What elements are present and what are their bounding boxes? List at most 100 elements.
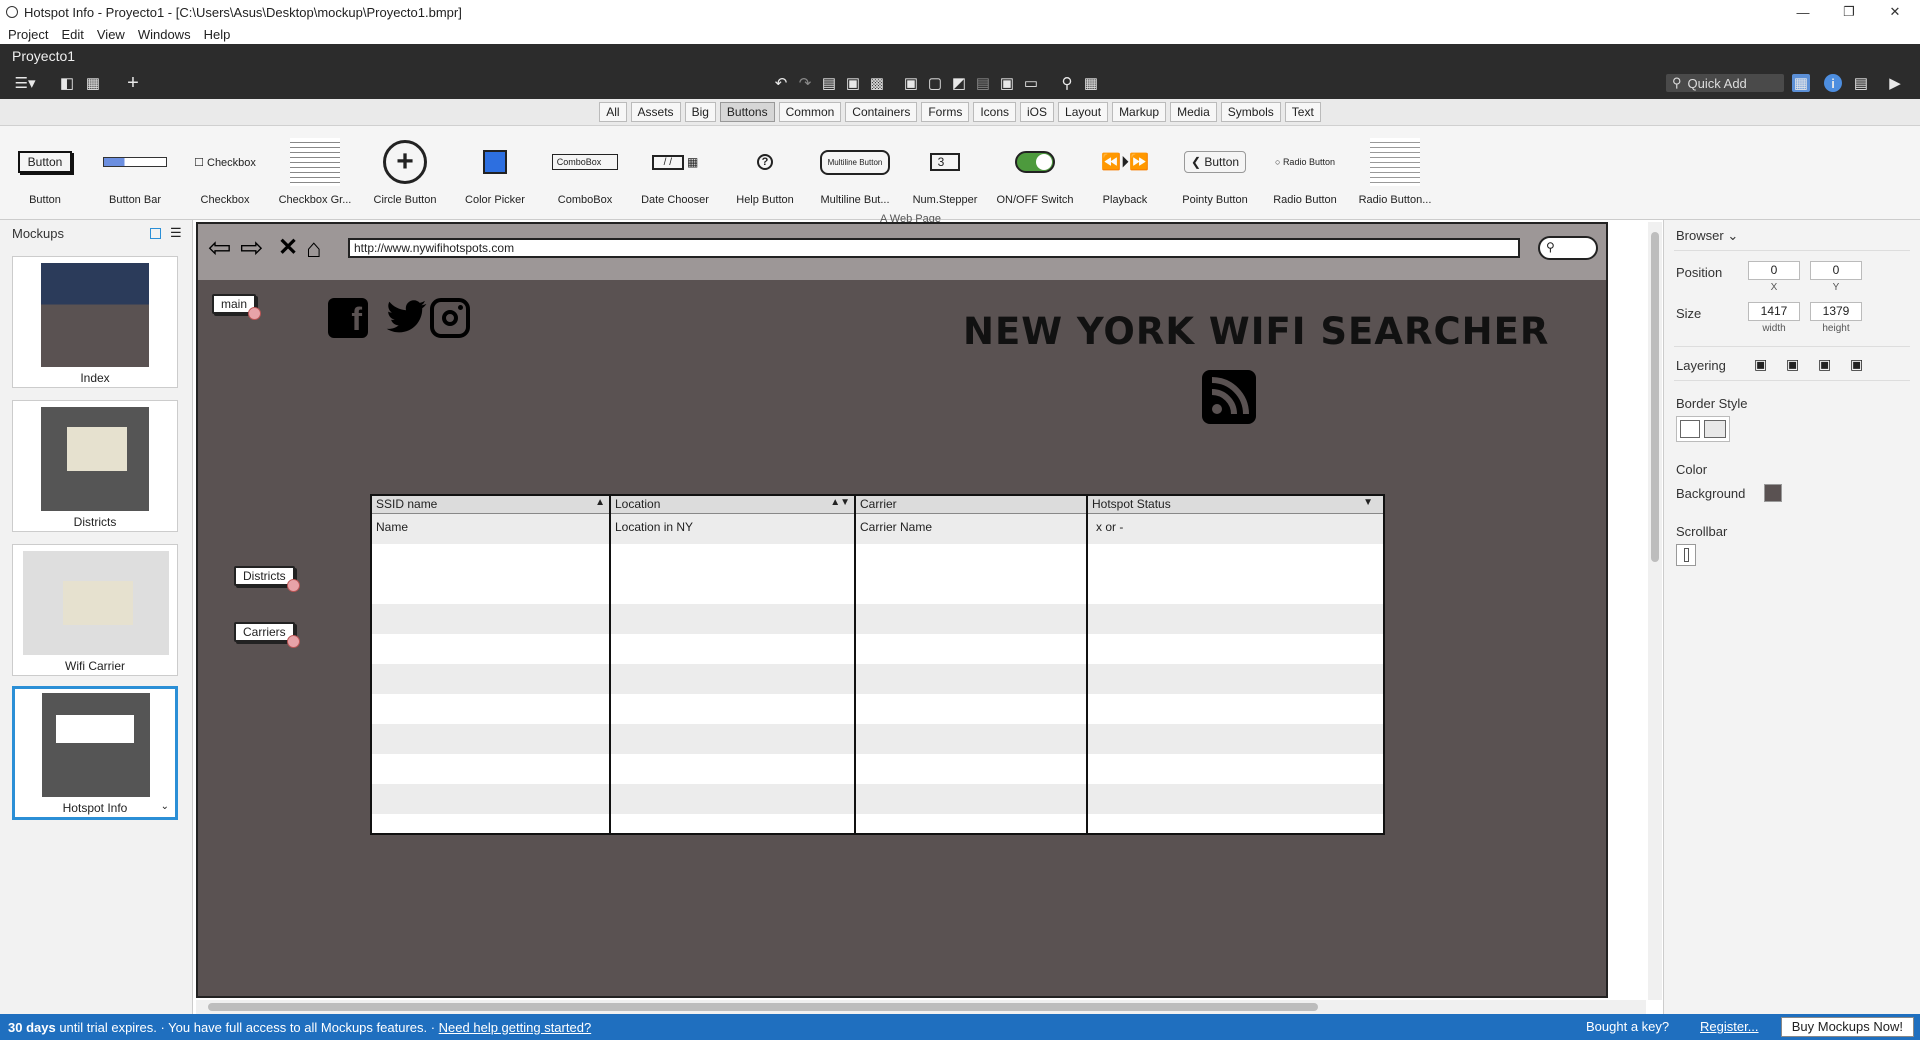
quick-add-input[interactable]: ⚲ Quick Add <box>1666 74 1784 92</box>
delete-icon[interactable]: ▩ <box>868 74 886 92</box>
vertical-scroll-thumb[interactable] <box>1651 232 1659 562</box>
present-icon[interactable]: ▶ <box>1886 74 1904 92</box>
align-icon[interactable]: ▤ <box>974 74 992 92</box>
redo-icon[interactable]: ↷ <box>796 74 814 92</box>
help-link[interactable]: Need help getting started? <box>439 1020 592 1035</box>
single-view-icon[interactable]: ◧ <box>58 74 76 92</box>
position-x-input[interactable]: 0 <box>1748 261 1800 280</box>
category-big[interactable]: Big <box>684 102 716 122</box>
background-color-swatch[interactable] <box>1764 484 1782 502</box>
scrollbar-toggle[interactable] <box>1676 544 1696 566</box>
mockup-thumb-districts[interactable]: Districts <box>12 400 178 532</box>
send-to-back-icon[interactable]: ▣ <box>1850 356 1863 373</box>
library-item-onoff-switch[interactable]: ON/OFF Switch <box>990 126 1080 220</box>
category-all[interactable]: All <box>599 102 627 122</box>
category-ios[interactable]: iOS <box>1020 102 1055 122</box>
copy-icon[interactable]: ▤ <box>820 74 838 92</box>
minimize-button[interactable]: — <box>1780 0 1826 24</box>
category-media[interactable]: Media <box>1170 102 1217 122</box>
category-icons[interactable]: Icons <box>973 102 1017 122</box>
category-assets[interactable]: Assets <box>630 102 681 122</box>
horizontal-scrollbar[interactable] <box>196 1000 1646 1014</box>
trash-icon[interactable]: ▭ <box>1022 74 1040 92</box>
column-header[interactable]: Hotspot Status <box>1092 497 1171 511</box>
vertical-scrollbar[interactable] <box>1648 222 1662 1000</box>
category-containers[interactable]: Containers <box>845 102 918 122</box>
library-item-help-button[interactable]: ? Help Button <box>720 126 810 220</box>
link-note-carriers[interactable]: Carriers <box>234 622 300 648</box>
library-item-playback[interactable]: ⏪⏵⏩ Playback <box>1080 126 1170 220</box>
sort-down-icon[interactable]: ▼ <box>1363 497 1373 508</box>
lock-icon[interactable]: ▣ <box>998 74 1016 92</box>
register-link[interactable]: Register... <box>1700 1019 1759 1034</box>
border-style-picker[interactable] <box>1676 416 1730 442</box>
link-note-main[interactable]: main <box>212 294 262 320</box>
library-item-checkbox[interactable]: ☐ Checkbox Checkbox <box>180 126 270 220</box>
library-item-checkbox-group[interactable]: Checkbox Gr... <box>270 126 360 220</box>
close-window-button[interactable]: ✕ <box>1872 0 1918 24</box>
sort-up-icon[interactable]: ▲ <box>595 497 605 508</box>
menu-edit[interactable]: Edit <box>61 27 83 42</box>
paste-icon[interactable]: ▣ <box>844 74 862 92</box>
maximize-button[interactable]: ❐ <box>1826 0 1872 24</box>
list-view-icon[interactable]: ☰ <box>170 225 182 241</box>
library-item-button-bar[interactable]: Button Bar <box>90 126 180 220</box>
plain-border-icon[interactable] <box>1680 420 1700 438</box>
mockup-thumb-index[interactable]: Index <box>12 256 178 388</box>
chevron-down-icon[interactable]: ⌄ <box>161 801 169 812</box>
sort-both-icon[interactable]: ▲▼ <box>830 497 850 508</box>
library-item-color-picker[interactable]: Color Picker <box>450 126 540 220</box>
bring-forward-icon[interactable]: ▣ <box>1786 356 1799 373</box>
properties-title[interactable]: Browser ⌄ <box>1676 228 1738 244</box>
browser-mockup[interactable]: ⇦ ⇨ ✕ ⌂ http://www.nywifihotspots.com ⚲ … <box>196 222 1608 998</box>
mockup-thumb-hotspot-info[interactable]: Hotspot Info ⌄ <box>12 686 178 820</box>
library-item-radio-button[interactable]: ○ Radio Button Radio Button <box>1260 126 1350 220</box>
height-input[interactable]: 1379 <box>1810 302 1862 321</box>
single-page-toggle-icon[interactable] <box>150 228 161 239</box>
category-symbols[interactable]: Symbols <box>1220 102 1281 122</box>
library-item-multiline-button[interactable]: Multiline Button Multiline But... <box>810 126 900 220</box>
category-markup[interactable]: Markup <box>1112 102 1167 122</box>
media-icon[interactable]: ▦ <box>1792 74 1810 92</box>
hamburger-menu-icon[interactable]: ☰▾ <box>12 74 38 92</box>
group-icon[interactable]: ▣ <box>902 74 920 92</box>
menu-windows[interactable]: Windows <box>138 27 191 42</box>
undo-icon[interactable]: ↶ <box>772 74 790 92</box>
sketch-border-icon[interactable] <box>1704 420 1726 438</box>
add-mockup-icon[interactable]: + <box>124 72 142 94</box>
category-forms[interactable]: Forms <box>921 102 970 122</box>
bring-front-icon[interactable]: ◩ <box>950 74 968 92</box>
menu-help[interactable]: Help <box>204 27 231 42</box>
category-common[interactable]: Common <box>778 102 842 122</box>
link-note-districts[interactable]: Districts <box>234 566 300 592</box>
library-item-date-chooser[interactable]: / / ▦ Date Chooser <box>630 126 720 220</box>
library-item-button[interactable]: Button Button <box>0 126 90 220</box>
library-item-circle-button[interactable]: + Circle Button <box>360 126 450 220</box>
bring-to-front-icon[interactable]: ▣ <box>1754 356 1767 373</box>
hotspot-data-grid[interactable]: SSID name ▲ Location ▲▼ Carrier Hotspot … <box>370 494 1385 835</box>
ungroup-icon[interactable]: ▢ <box>926 74 944 92</box>
fit-screen-icon[interactable]: ▦ <box>1082 74 1100 92</box>
library-item-pointy-button[interactable]: ❮ Button Pointy Button <box>1170 126 1260 220</box>
send-backward-icon[interactable]: ▣ <box>1818 356 1831 373</box>
width-input[interactable]: 1417 <box>1748 302 1800 321</box>
info-icon[interactable]: i <box>1824 74 1842 92</box>
menu-view[interactable]: View <box>97 27 125 42</box>
buy-now-button[interactable]: Buy Mockups Now! <box>1780 1017 1914 1037</box>
zoom-icon[interactable]: ⚲ <box>1058 74 1076 92</box>
grid-view-icon[interactable]: ▦ <box>84 74 102 92</box>
library-item-radio-button-group[interactable]: Radio Button... <box>1350 126 1440 220</box>
column-header[interactable]: Carrier <box>860 497 897 511</box>
category-text[interactable]: Text <box>1284 102 1321 122</box>
column-header[interactable]: SSID name <box>376 497 437 511</box>
category-layout[interactable]: Layout <box>1058 102 1109 122</box>
horizontal-scroll-thumb[interactable] <box>208 1003 1318 1011</box>
category-buttons[interactable]: Buttons <box>719 102 775 122</box>
position-y-input[interactable]: 0 <box>1810 261 1862 280</box>
notes-icon[interactable]: ▤ <box>1852 74 1870 92</box>
column-header[interactable]: Location <box>615 497 660 511</box>
library-item-combobox[interactable]: ComboBox ComboBox <box>540 126 630 220</box>
mockup-thumb-wifi-carrier[interactable]: Wifi Carrier <box>12 544 178 676</box>
library-item-num-stepper[interactable]: 3 Num.Stepper <box>900 126 990 220</box>
menu-project[interactable]: Project <box>8 27 48 42</box>
